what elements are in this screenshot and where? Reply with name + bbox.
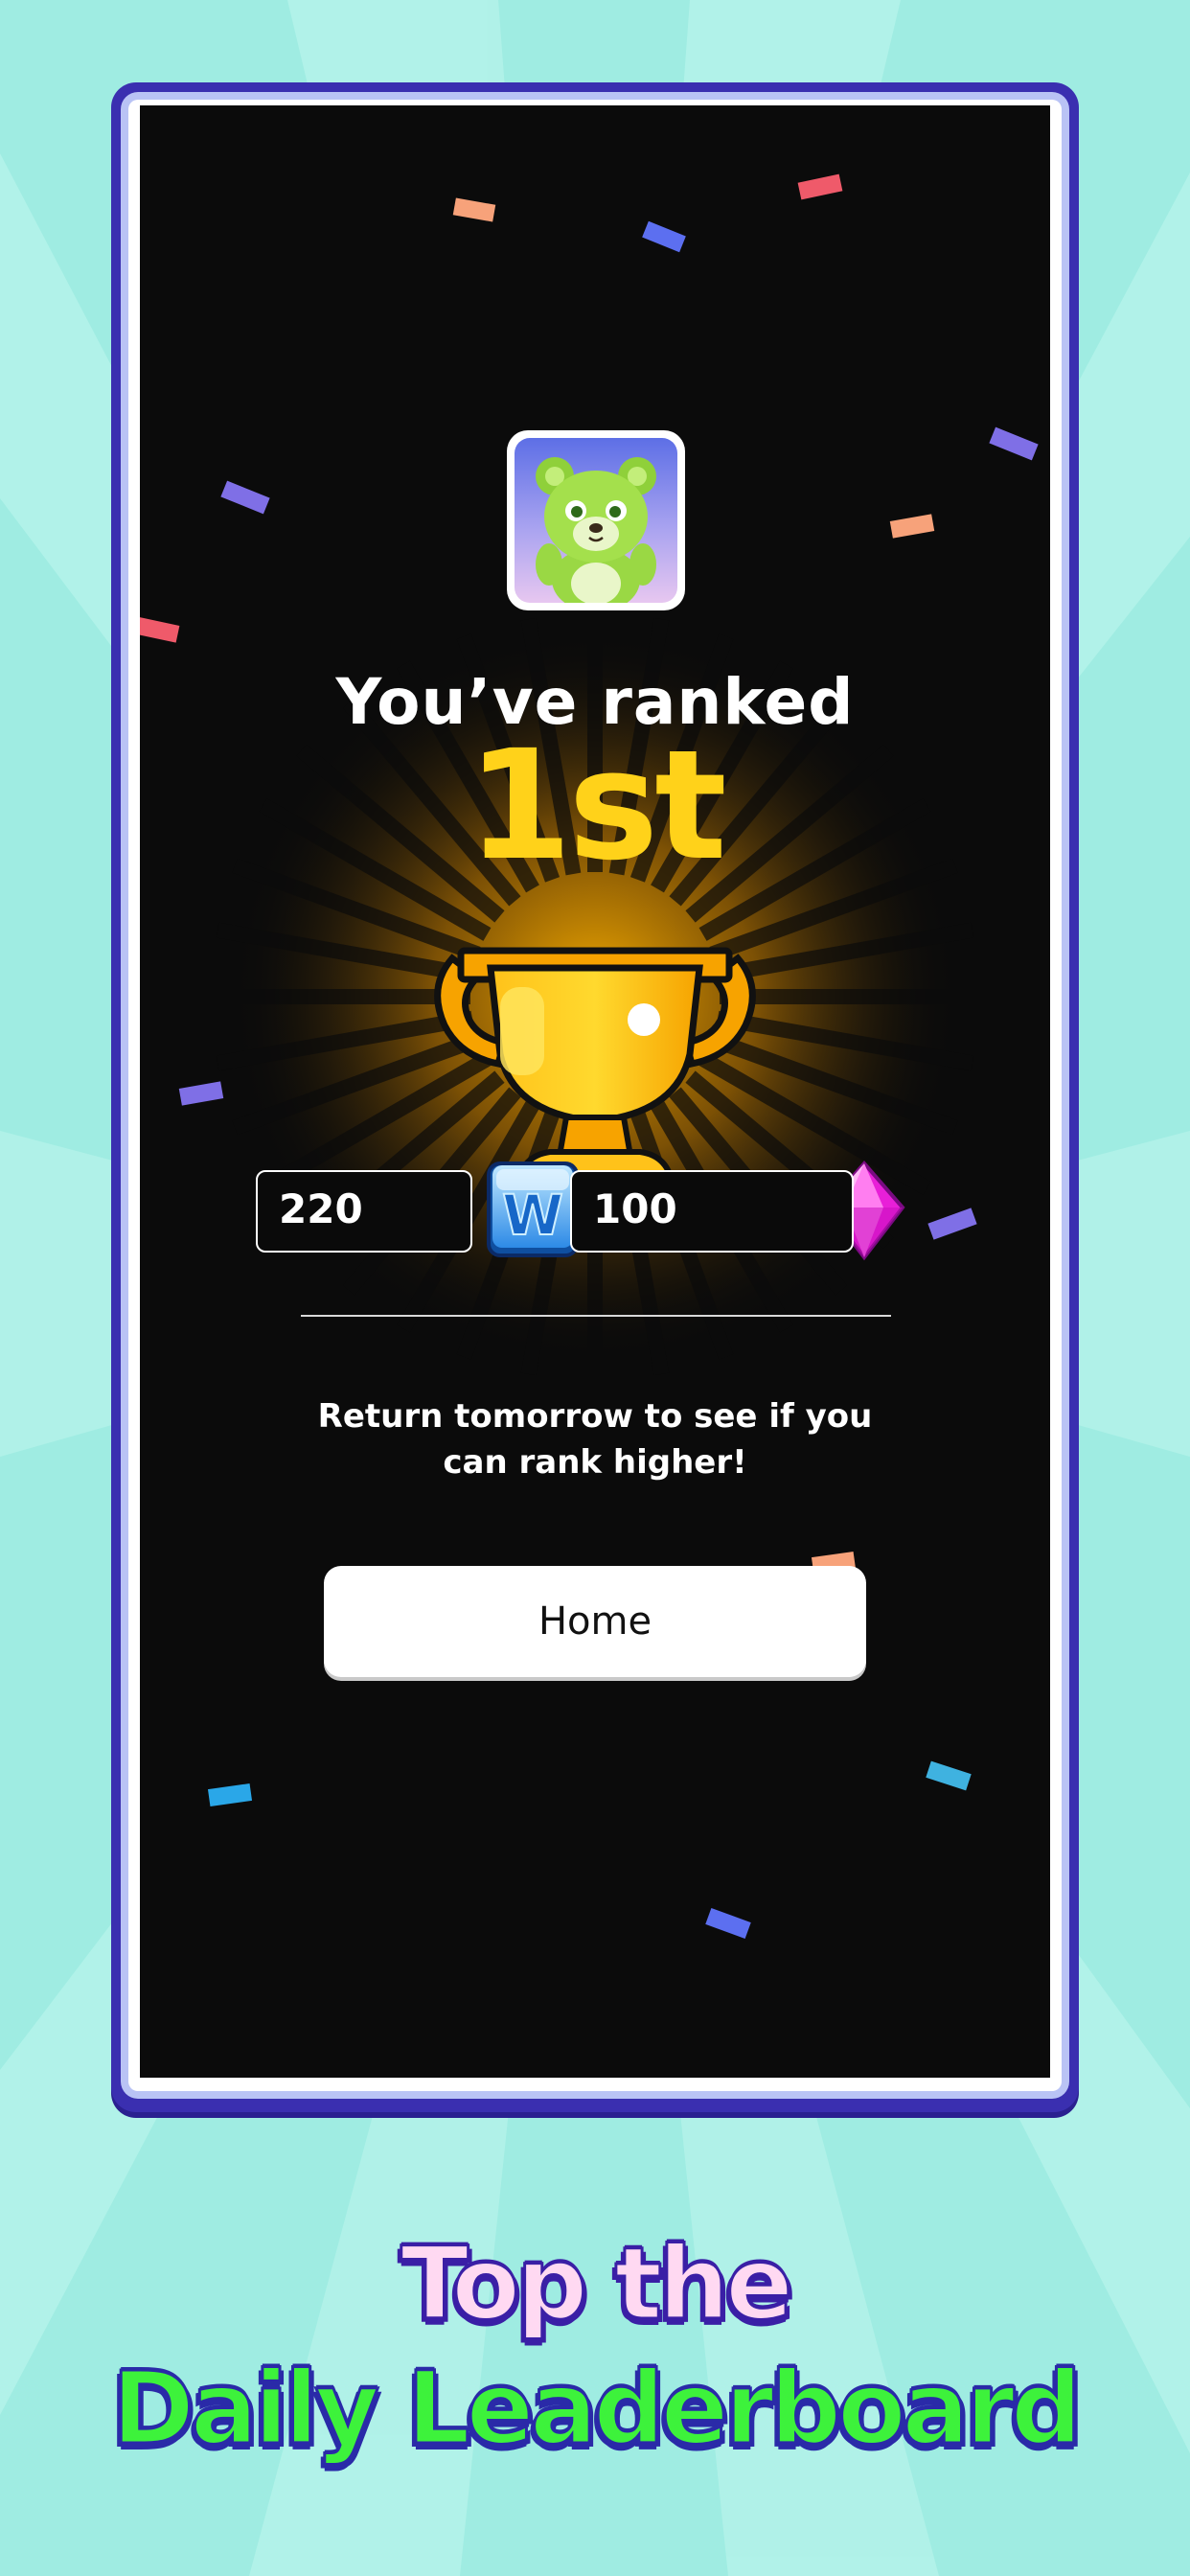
headline-line-1: Top the (400, 2224, 795, 2344)
confetti-piece (178, 1081, 224, 1106)
rank-value: 1st (467, 718, 727, 894)
confetti-piece (926, 1760, 972, 1791)
divider (301, 1315, 891, 1317)
confetti-piece (220, 480, 270, 515)
avatar-image (515, 438, 677, 603)
screen-decorations: W (140, 173, 1039, 1939)
confetti-piece (797, 173, 843, 200)
avatar (507, 430, 685, 610)
gems-value: 100 (593, 1185, 677, 1232)
headline-line-2: Daily Leaderboard (110, 2349, 1084, 2469)
reward-w-points: 220 (256, 1170, 472, 1253)
confetti-piece (927, 1208, 977, 1240)
bear-avatar-icon (536, 457, 656, 603)
confetti-piece (207, 1783, 253, 1806)
confetti-piece (989, 426, 1039, 461)
return-message: Return tomorrow to see if you can rank h… (317, 1397, 873, 1482)
home-button[interactable]: Home (324, 1566, 866, 1677)
results-screen: W You’ve ranked 1st 220 100 Return tomor… (140, 105, 1050, 2078)
svg-text:W: W (502, 1183, 563, 1248)
confetti-piece (452, 197, 496, 222)
confetti-piece (705, 1908, 751, 1939)
confetti-piece (642, 220, 686, 253)
confetti-piece (889, 514, 935, 539)
confetti-piece (140, 616, 180, 643)
w-points-value: 220 (279, 1185, 363, 1232)
w-tile-icon: W (487, 1162, 579, 1257)
reward-gems: 100 (570, 1170, 854, 1253)
